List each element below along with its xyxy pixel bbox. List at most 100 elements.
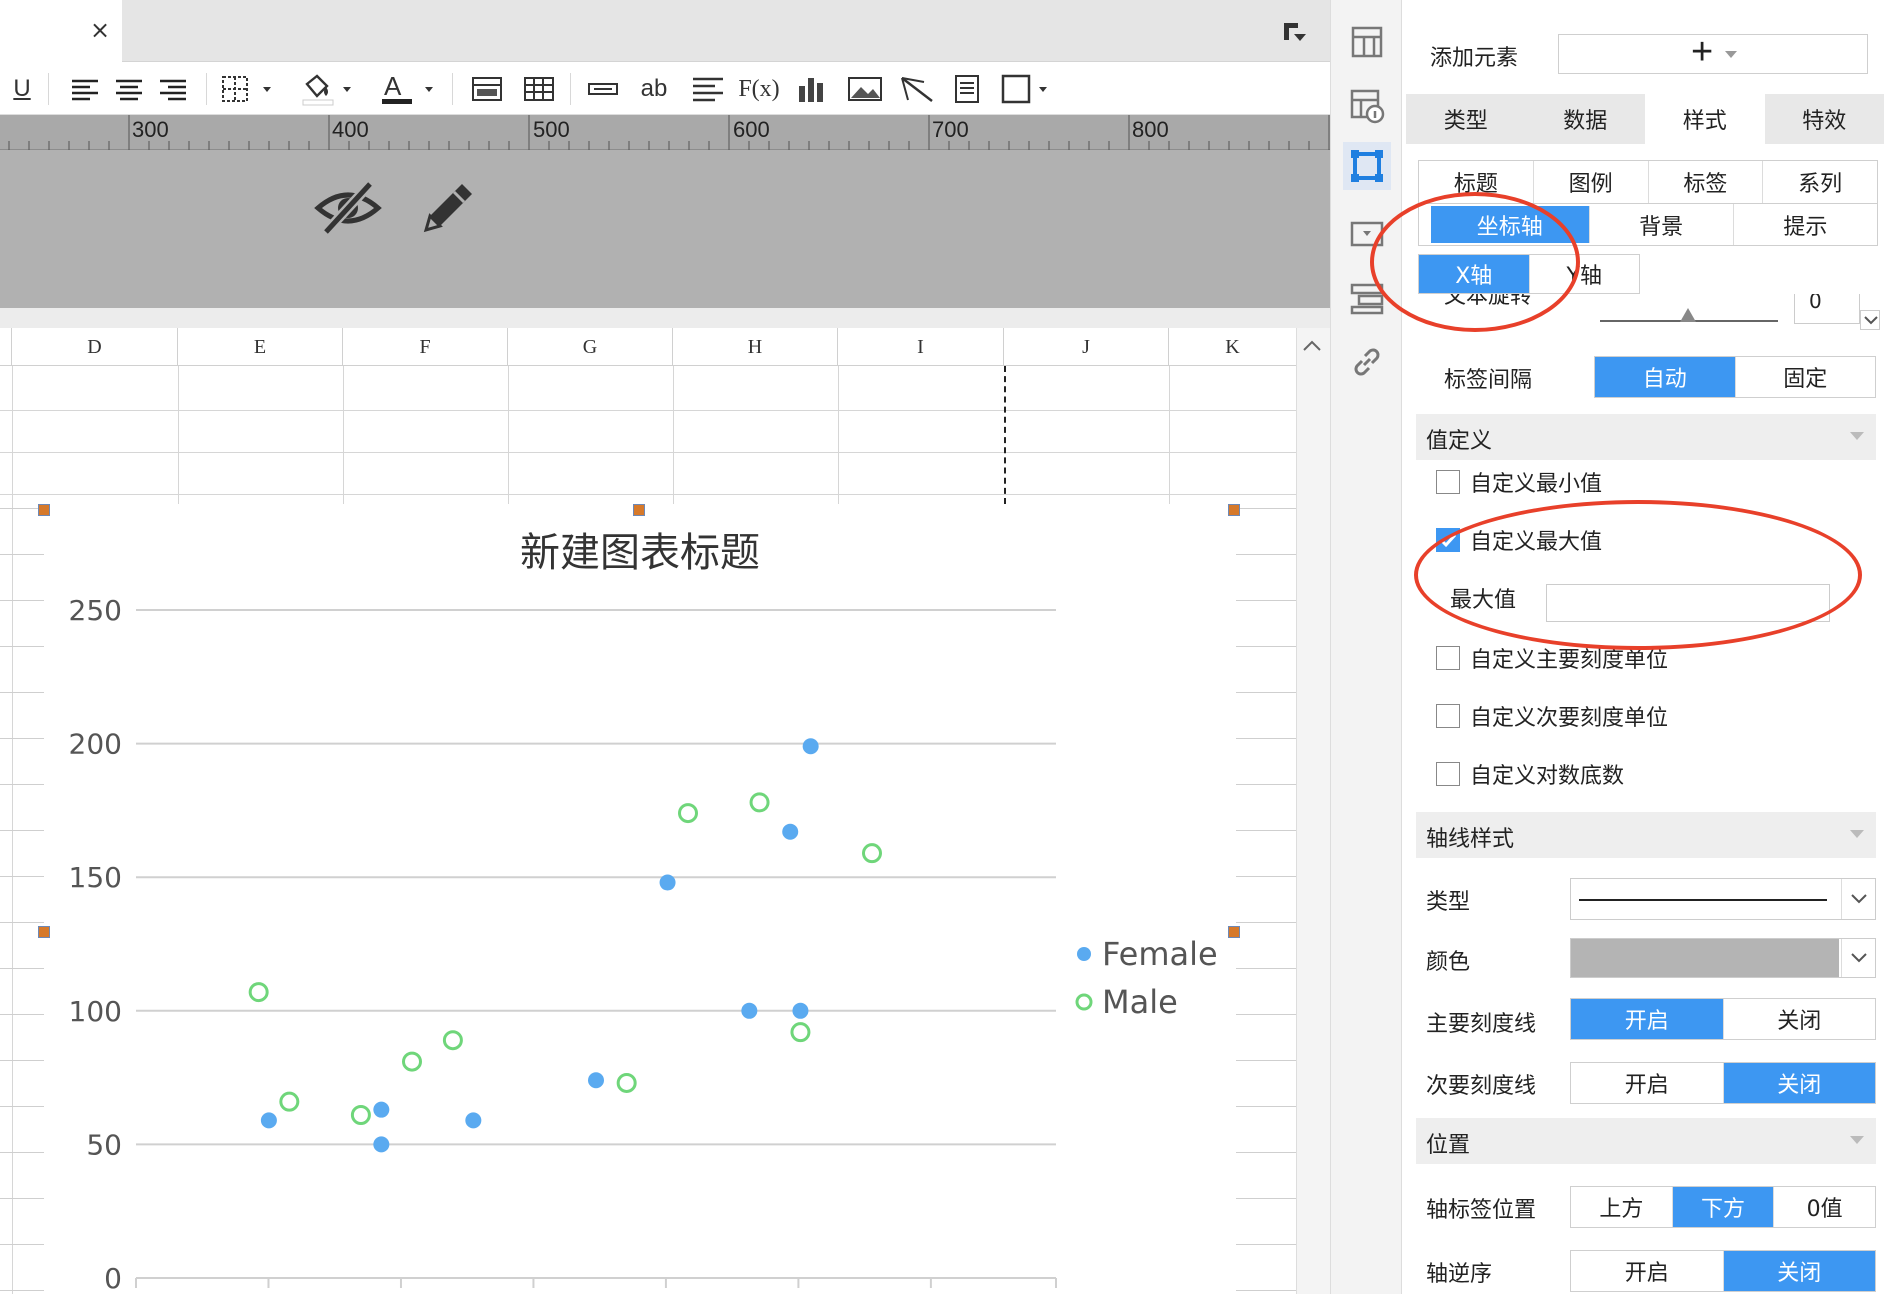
- axis-style-section[interactable]: 轴线样式: [1416, 812, 1876, 858]
- eye-slash-icon[interactable]: [314, 176, 382, 238]
- chart-select-icon[interactable]: [1343, 142, 1391, 190]
- tab-background[interactable]: 背景: [1590, 204, 1734, 245]
- custom-major-unit-checkbox[interactable]: [1436, 646, 1460, 670]
- tab-legend[interactable]: 图例: [1534, 161, 1649, 203]
- column-header-e[interactable]: E: [178, 328, 343, 366]
- scatter-chart[interactable]: 新建图表标题 0 50 100 150 200 250 Female Male: [44, 508, 1236, 1294]
- paragraph-icon[interactable]: [690, 71, 726, 107]
- column-header-i[interactable]: I: [838, 328, 1004, 366]
- position-bottom-option[interactable]: 下方: [1672, 1187, 1775, 1227]
- legend-marker: [1075, 993, 1093, 1011]
- vertical-scrollbar[interactable]: [1296, 328, 1330, 1294]
- line-color-select[interactable]: [1570, 938, 1876, 978]
- resize-handle[interactable]: [38, 504, 50, 516]
- tab-type[interactable]: 类型: [1406, 94, 1526, 144]
- value-definition-section[interactable]: 值定义: [1416, 414, 1876, 460]
- svg-text:A: A: [384, 71, 402, 101]
- align-center-icon[interactable]: [112, 71, 146, 107]
- add-element-dropdown[interactable]: +: [1558, 31, 1868, 74]
- merge-icon[interactable]: [470, 71, 504, 107]
- formula-icon[interactable]: F(x): [738, 71, 779, 107]
- custom-log-base-checkbox[interactable]: [1436, 762, 1460, 786]
- column-header-k[interactable]: K: [1169, 328, 1296, 366]
- plus-icon: +: [1691, 31, 1714, 73]
- minor-tick-off-option[interactable]: 关闭: [1723, 1063, 1875, 1103]
- interval-auto-option[interactable]: 自动: [1595, 357, 1736, 397]
- row-line: [0, 452, 1296, 453]
- position-top-option[interactable]: 上方: [1571, 1187, 1673, 1227]
- column-header-f[interactable]: F: [343, 328, 508, 366]
- tab-data[interactable]: 数据: [1526, 94, 1646, 144]
- page-icon[interactable]: [950, 71, 984, 107]
- reverse-on-option[interactable]: 开启: [1571, 1251, 1724, 1291]
- position-section[interactable]: 位置: [1416, 1118, 1876, 1164]
- panel-toggle-icon[interactable]: [1280, 20, 1308, 46]
- position-zero-option[interactable]: 0值: [1774, 1187, 1875, 1227]
- text-ab-icon[interactable]: ab: [636, 71, 672, 107]
- column-header[interactable]: [0, 328, 12, 366]
- slider-thumb[interactable]: [1680, 308, 1696, 322]
- rotation-input[interactable]: 0: [1794, 294, 1860, 324]
- major-tick-on-option[interactable]: 开启: [1571, 999, 1724, 1039]
- tab-style[interactable]: 样式: [1645, 94, 1765, 144]
- align-left-icon[interactable]: [68, 71, 102, 107]
- scroll-up-icon[interactable]: [1300, 334, 1324, 356]
- underline-icon[interactable]: U: [8, 71, 36, 107]
- chevron-down-icon[interactable]: [1860, 310, 1880, 330]
- interval-fixed-option[interactable]: 固定: [1736, 357, 1876, 397]
- male-point: [350, 1105, 371, 1126]
- ruler-number: 300: [132, 117, 169, 142]
- fill-color-icon[interactable]: [298, 71, 360, 107]
- image-icon[interactable]: [846, 71, 884, 107]
- legend-label: Male: [1102, 983, 1178, 1021]
- column-line: [673, 366, 674, 504]
- column-header-j[interactable]: J: [1004, 328, 1169, 366]
- bar-chart-icon[interactable]: [794, 71, 830, 107]
- font-color-icon[interactable]: A: [378, 71, 440, 107]
- border-icon[interactable]: [218, 71, 280, 107]
- border-style-icon[interactable]: [998, 71, 1058, 107]
- y-tick-label: 250: [69, 594, 122, 627]
- female-point: [588, 1072, 604, 1089]
- slash-icon[interactable]: [898, 71, 936, 107]
- align-right-icon[interactable]: [156, 71, 190, 107]
- tab-effects[interactable]: 特效: [1765, 94, 1884, 144]
- column-line: [508, 366, 509, 504]
- male-point: [616, 1072, 637, 1093]
- resize-handle[interactable]: [1228, 504, 1240, 516]
- custom-min-checkbox[interactable]: [1436, 470, 1460, 494]
- male-point: [790, 1022, 811, 1043]
- column-header-d[interactable]: D: [12, 328, 178, 366]
- tab-labels[interactable]: 标签: [1649, 161, 1764, 203]
- layout-icon[interactable]: [1343, 18, 1391, 66]
- section-title: 轴线样式: [1426, 827, 1515, 852]
- custom-minor-unit-checkbox[interactable]: [1436, 704, 1460, 728]
- resize-handle[interactable]: [633, 504, 645, 516]
- resize-handle[interactable]: [38, 926, 50, 938]
- spacer: [0, 308, 1330, 328]
- pencil-icon[interactable]: [418, 176, 480, 238]
- split-icon[interactable]: [522, 71, 556, 107]
- tab-series[interactable]: 系列: [1763, 161, 1877, 203]
- male-point: [279, 1091, 300, 1112]
- y-tick-label: 50: [86, 1128, 122, 1161]
- resize-handle[interactable]: [1228, 926, 1240, 938]
- minor-tick-on-option[interactable]: 开启: [1571, 1063, 1724, 1103]
- axis-label-position-label: 轴标签位置: [1426, 1198, 1537, 1223]
- right-row-stubs: [1236, 508, 1296, 1291]
- column-header-g[interactable]: G: [508, 328, 673, 366]
- line-type-select[interactable]: [1570, 878, 1876, 920]
- tab-tooltip[interactable]: 提示: [1734, 204, 1877, 245]
- major-tick-off-option[interactable]: 关闭: [1724, 999, 1876, 1039]
- reverse-off-option[interactable]: 关闭: [1723, 1251, 1875, 1291]
- link-icon[interactable]: [1343, 338, 1391, 386]
- chart-widget[interactable]: 新建图表标题 0 50 100 150 200 250 Female Male: [44, 508, 1236, 1294]
- insert-row-icon[interactable]: [586, 71, 620, 107]
- female-point: [465, 1112, 482, 1129]
- close-icon[interactable]: ×: [88, 18, 112, 42]
- y-tick-label: 150: [69, 861, 122, 894]
- ruler-number: 600: [733, 117, 770, 142]
- column-line: [1169, 366, 1170, 504]
- cell-info-icon[interactable]: [1343, 82, 1391, 130]
- column-header-h[interactable]: H: [673, 328, 838, 366]
